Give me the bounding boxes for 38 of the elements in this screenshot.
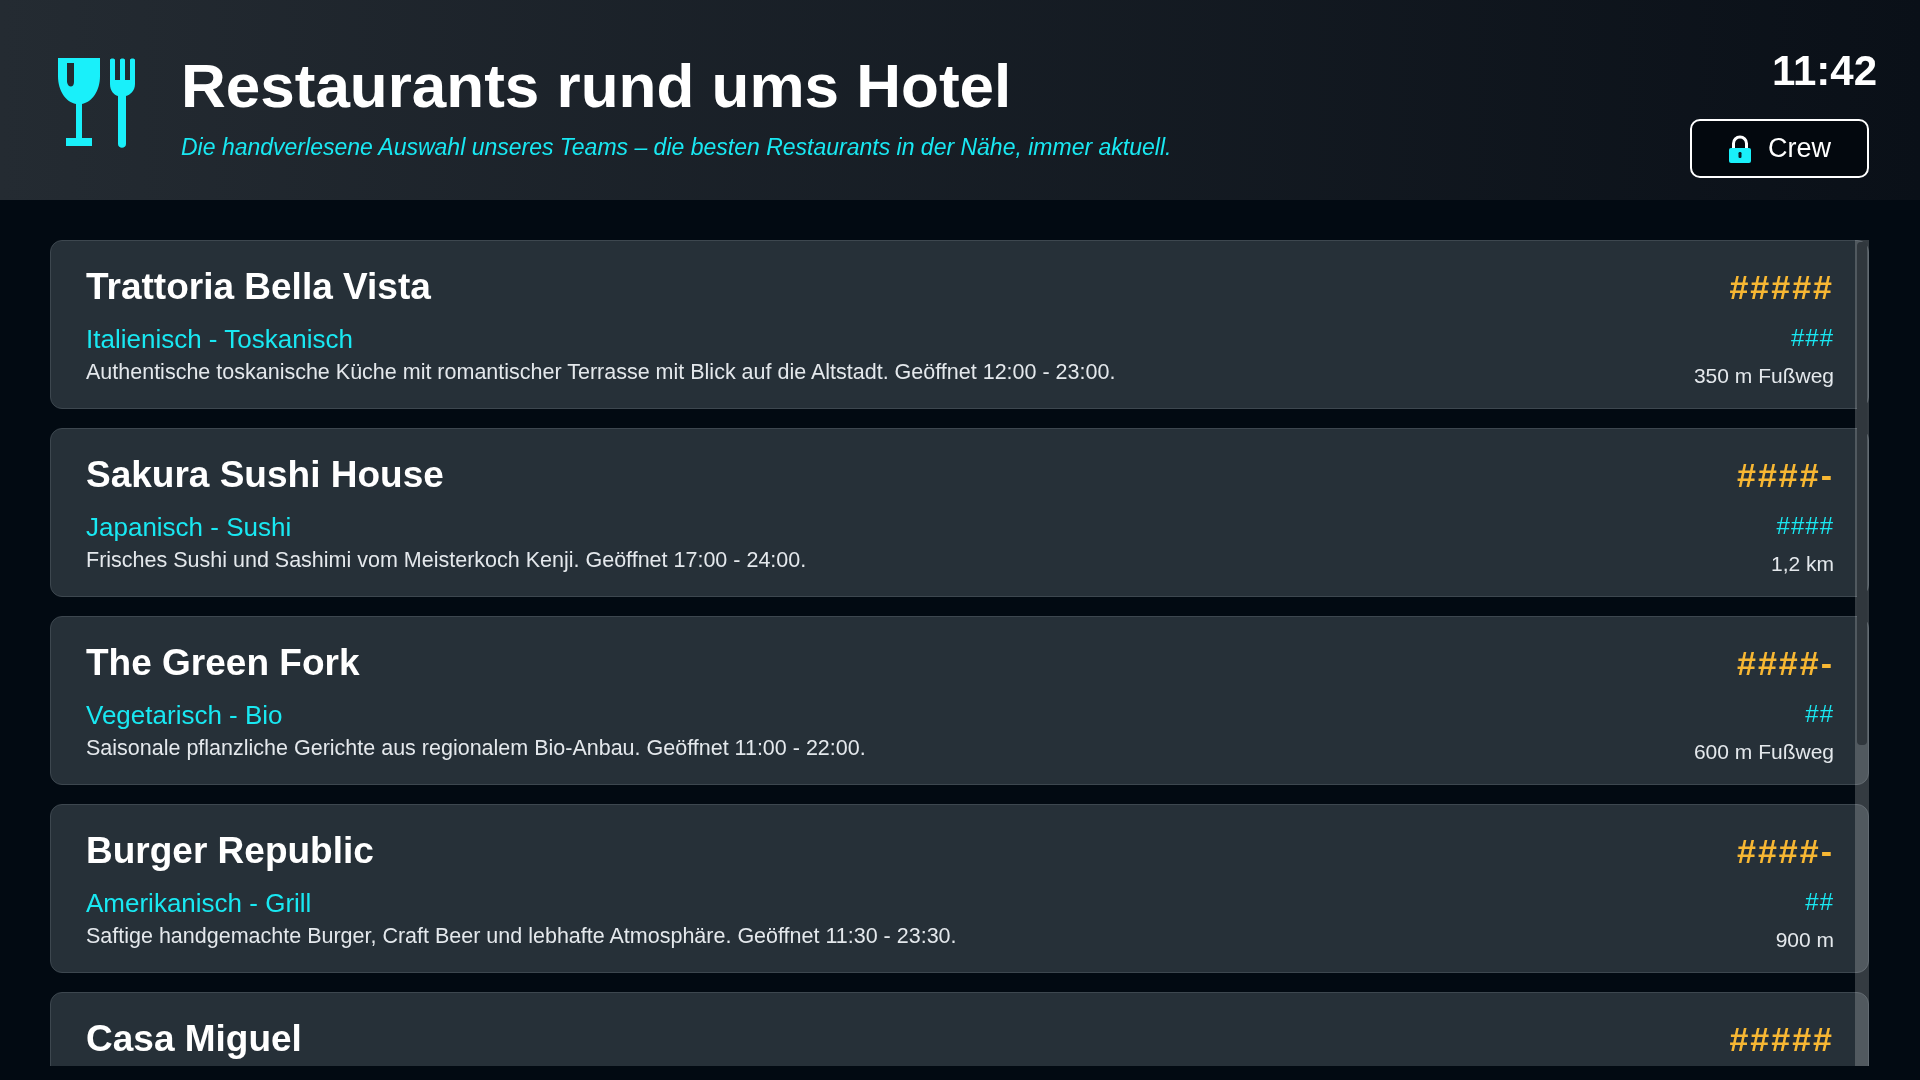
- price-level-text: ####: [1776, 511, 1834, 541]
- rating-text: ####-: [1737, 831, 1834, 872]
- padlock-icon: [1728, 134, 1752, 163]
- distance-text: 1,2 km: [1770, 551, 1834, 577]
- crew-button[interactable]: Crew: [1690, 119, 1869, 178]
- restaurant-name: Burger Republic: [86, 829, 375, 873]
- rating-text: ####-: [1737, 455, 1834, 496]
- restaurant-description: Authentische toskanische Küche mit romantischer Terrasse mit Blick auf die Altstadt. Geöffnet 12:00 - 23:00.: [86, 359, 1116, 386]
- restaurant-card[interactable]: Burger Republic Amerikanisch - Grill Saftige handgemachte Burger, Craft Beer und lebhafte Atmosphäre. Geöffnet 11:30 - 23:30. ####- ## 900 m: [50, 804, 1869, 973]
- restaurant-name: The Green Fork: [86, 641, 361, 685]
- cuisine-label: Japanisch - Sushi: [86, 511, 293, 543]
- page-subtitle: Die handverlesene Auswahl unseres Teams – die besten Restaurants in der Nähe, immer aktuell.: [181, 133, 1172, 162]
- price-level-text: ###: [1790, 323, 1834, 353]
- price-level-text: ##: [1805, 699, 1834, 729]
- restaurant-name: Sakura Sushi House: [86, 453, 445, 497]
- distance-text: 600 m Fußweg: [1693, 739, 1834, 765]
- rating-text: ####-: [1737, 643, 1834, 684]
- restaurant-card[interactable]: Casa Miguel #####: [50, 992, 1869, 1066]
- distance-text: 350 m Fußweg: [1693, 363, 1834, 389]
- restaurant-description: Saftige handgemachte Burger, Craft Beer und lebhafte Atmosphäre. Geöffnet 11:30 - 23:30.: [86, 923, 957, 950]
- price-level-text: ##: [1805, 887, 1834, 917]
- clock-time: 11:42: [1771, 46, 1877, 96]
- scrollbar-thumb[interactable]: [1857, 242, 1867, 745]
- page-title: Restaurants rund ums Hotel: [181, 50, 1013, 122]
- restaurant-description: Saisonale pflanzliche Gerichte aus regionalem Bio-Anbau. Geöffnet 11:00 - 22:00.: [86, 735, 866, 762]
- cuisine-label: Italienisch - Toskanisch: [86, 323, 354, 355]
- restaurant-card[interactable]: Sakura Sushi House Japanisch - Sushi Frisches Sushi und Sashimi vom Meisterkoch Kenji. Geöffnet 17:00 - 24:00. ####- #### 1,2 km: [50, 428, 1869, 597]
- restaurant-name: Casa Miguel: [86, 1017, 302, 1061]
- cuisine-label: Amerikanisch - Grill: [86, 887, 313, 919]
- restaurant-card[interactable]: Trattoria Bella Vista Italienisch - Toskanisch Authentische toskanische Küche mit romantischer Terrasse mit Blick auf die Altstadt. Geöffnet 12:00 - 23:00. ##### ### 350 m Fußweg: [50, 240, 1869, 409]
- rating-text: #####: [1729, 267, 1834, 308]
- restaurant-name: Trattoria Bella Vista: [86, 265, 432, 309]
- restaurant-card[interactable]: The Green Fork Vegetarisch - Bio Saisonale pflanzliche Gerichte aus regionalem Bio-Anbau. Geöffnet 11:00 - 22:00. ####- ## 600 m Fußweg: [50, 616, 1869, 785]
- scrollbar-track[interactable]: [1855, 240, 1869, 1066]
- rating-text: #####: [1729, 1019, 1834, 1060]
- cuisine-label: Vegetarisch - Bio: [86, 699, 284, 731]
- distance-text: 900 m: [1775, 927, 1834, 953]
- restaurant-description: Frisches Sushi und Sashimi vom Meisterkoch Kenji. Geöffnet 17:00 - 24:00.: [86, 547, 807, 574]
